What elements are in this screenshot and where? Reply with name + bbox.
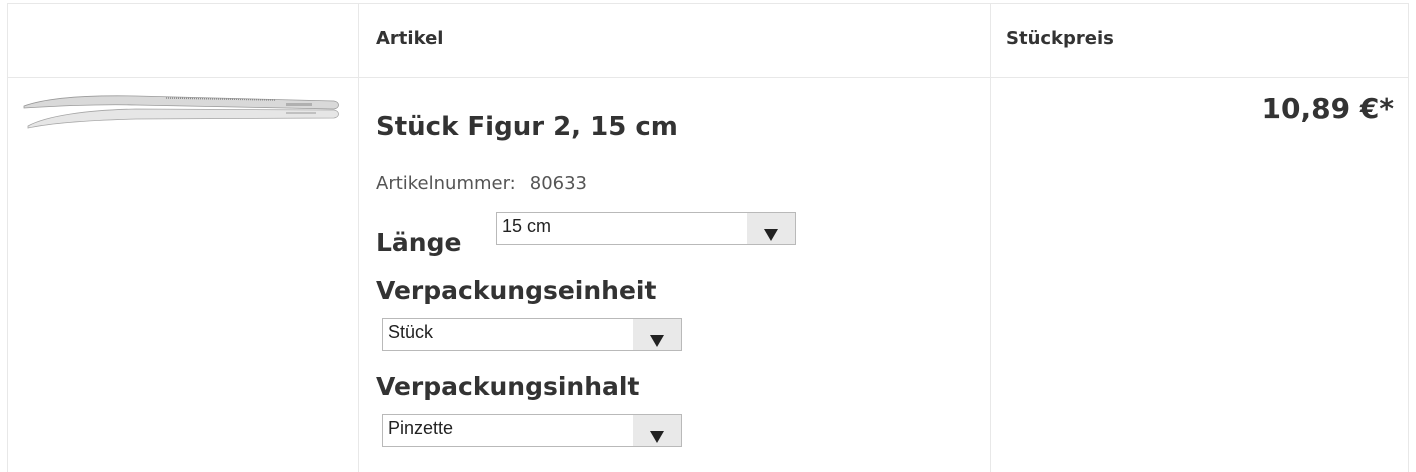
packaging-content-select[interactable]: Pinzette <box>382 414 682 447</box>
packaging-unit-select-value: Stück <box>388 322 434 342</box>
header-divider <box>8 77 1408 78</box>
unit-price: 10,89 €* <box>1261 92 1394 125</box>
packaging-content-select-value: Pinzette <box>388 418 454 438</box>
header-article: Artikel <box>376 28 444 49</box>
product-title[interactable]: Stück Figur 2, 15 cm <box>376 112 678 142</box>
length-select-value: 15 cm <box>502 216 552 236</box>
article-number-label: Artikelnummer: <box>376 173 516 194</box>
length-label: Länge <box>376 228 462 257</box>
article-number-row: Artikelnummer: 80633 <box>376 173 587 194</box>
packaging-unit-select[interactable]: Stück <box>382 318 682 351</box>
chevron-down-icon[interactable] <box>747 213 795 244</box>
packaging-content-label: Verpackungsinhalt <box>376 372 640 401</box>
chevron-down-icon[interactable] <box>633 415 681 446</box>
chevron-down-icon[interactable] <box>633 319 681 350</box>
length-select[interactable]: 15 cm <box>496 212 796 245</box>
header-unit-price: Stückpreis <box>1006 28 1114 49</box>
product-image[interactable] <box>16 92 340 140</box>
column-divider-image <box>358 4 359 472</box>
packaging-unit-label: Verpackungseinheit <box>376 276 657 305</box>
tweezers-icon <box>23 95 339 129</box>
column-divider-price <box>990 4 991 472</box>
article-number-value: 80633 <box>529 173 588 194</box>
